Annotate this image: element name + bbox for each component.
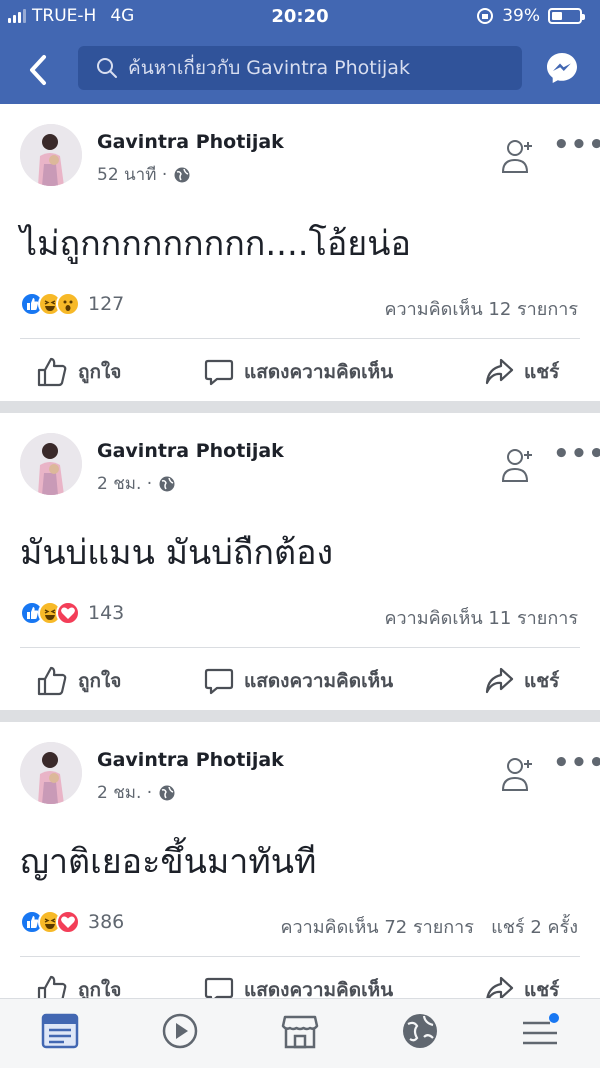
reactions-summary[interactable]: 386	[20, 910, 124, 934]
thumbs-up-icon	[37, 975, 67, 998]
globe-notifications-icon[interactable]	[400, 1011, 440, 1051]
share-icon	[485, 358, 514, 385]
post-card: Gavintra Photijak 2 ชม. · ••• ญาติเยอะขึ…	[0, 722, 600, 998]
top-bar: TRUE-H 4G 20:20 39% ค้นหาเกี่ยวกับ Gavin…	[0, 0, 600, 104]
comment-label: แสดงความคิดเห็น	[244, 361, 394, 383]
post-actions: ถูกใจ แสดงความคิดเห็น แชร์	[0, 659, 600, 703]
thumbs-up-icon	[37, 357, 67, 387]
share-icon	[486, 976, 514, 998]
back-icon[interactable]	[22, 52, 58, 88]
comment-button[interactable]: แสดงความคิดเห็น	[204, 659, 393, 703]
like-button[interactable]: ถูกใจ	[36, 659, 121, 703]
reactions-summary[interactable]: 127	[20, 292, 124, 316]
divider-line	[20, 956, 580, 957]
post-separator	[0, 710, 600, 722]
post-text: ไม่ถูกกกกกกกกก....โอ้ยน่อ	[20, 224, 411, 264]
avatar-photo	[20, 433, 82, 495]
post-meta: 52 นาที ·	[97, 161, 191, 188]
share-label: แชร์	[524, 979, 560, 998]
like-label: ถูกใจ	[78, 979, 122, 998]
comments-count[interactable]: ความคิดเห็น 72 รายการ แชร์ 2 ครั้ง	[280, 912, 578, 941]
comment-icon	[204, 668, 234, 695]
avatar-photo	[20, 742, 82, 804]
reaction-count: 386	[88, 911, 125, 933]
more-options-icon[interactable]: •••	[553, 748, 600, 778]
like-button[interactable]: ถูกใจ	[36, 350, 121, 394]
post-time: 52 นาที ·	[97, 165, 168, 185]
comment-icon	[204, 359, 234, 386]
marketplace-icon[interactable]	[280, 1011, 320, 1051]
like-label: ถูกใจ	[78, 361, 122, 383]
post-meta: 2 ชม. ·	[97, 470, 176, 497]
battery-percent: 39%	[502, 6, 540, 26]
post-actions: ถูกใจ แสดงความคิดเห็น แชร์	[0, 968, 600, 998]
globe-icon	[159, 785, 175, 800]
more-options-icon[interactable]: •••	[553, 130, 600, 160]
reactions-summary[interactable]: 143	[20, 601, 124, 625]
bottom-navigation	[0, 998, 600, 1068]
post-text: ญาติเยอะขึ้นมาทันที	[20, 842, 317, 882]
add-friend-icon[interactable]	[500, 754, 536, 794]
reaction-count: 143	[88, 602, 125, 624]
watch-icon[interactable]	[160, 1011, 200, 1051]
author-name[interactable]: Gavintra Photijak	[97, 440, 284, 462]
battery-icon	[548, 8, 585, 24]
status-right: 39%	[476, 6, 585, 26]
comments-count[interactable]: ความคิดเห็น 11 รายการ	[384, 603, 578, 632]
post-text: มันบ่แมน มันบ่ถืกต้อง	[20, 533, 334, 573]
post-meta: 2 ชม. ·	[97, 779, 176, 806]
comment-label: แสดงความคิดเห็น	[244, 979, 394, 998]
comment-button[interactable]: แสดงความคิดเห็น	[204, 968, 393, 998]
add-friend-icon[interactable]	[500, 445, 536, 485]
search-input[interactable]: ค้นหาเกี่ยวกับ Gavintra Photijak	[78, 46, 522, 90]
avatar[interactable]	[20, 433, 82, 495]
reaction-count: 127	[88, 293, 125, 315]
post-separator	[0, 401, 600, 413]
divider-line	[20, 647, 580, 648]
share-button[interactable]: แชร์	[484, 968, 559, 998]
share-icon	[485, 667, 514, 694]
like-button[interactable]: ถูกใจ	[36, 968, 121, 998]
share-button[interactable]: แชร์	[484, 659, 559, 703]
avatar-photo	[20, 124, 82, 186]
divider-line	[20, 338, 580, 339]
menu-icon[interactable]	[520, 1011, 560, 1051]
thumbs-up-icon	[37, 666, 67, 696]
messenger-icon[interactable]	[545, 51, 579, 85]
comments-count[interactable]: ความคิดเห็น 12 รายการ	[384, 294, 578, 323]
comment-icon	[204, 977, 234, 998]
comment-button[interactable]: แสดงความคิดเห็น	[204, 350, 393, 394]
love-reaction-icon	[56, 601, 80, 625]
author-name[interactable]: Gavintra Photijak	[97, 131, 284, 153]
status-bar: TRUE-H 4G 20:20 39%	[0, 0, 600, 34]
more-options-icon[interactable]: •••	[553, 439, 600, 469]
avatar[interactable]	[20, 124, 82, 186]
search-icon	[97, 58, 117, 78]
post-card: Gavintra Photijak 52 นาที · ••• ไม่ถูกกก…	[0, 104, 600, 401]
share-button[interactable]: แชร์	[484, 350, 559, 394]
news-feed-icon[interactable]	[40, 1011, 80, 1051]
love-reaction-icon	[56, 910, 80, 934]
share-label: แชร์	[524, 361, 560, 383]
post-card: Gavintra Photijak 2 ชม. · ••• มันบ่แมน ม…	[0, 413, 600, 710]
avatar[interactable]	[20, 742, 82, 804]
add-friend-icon[interactable]	[500, 136, 536, 176]
share-label: แชร์	[524, 670, 560, 692]
wow-reaction-icon	[56, 292, 80, 316]
globe-icon	[174, 167, 190, 182]
like-label: ถูกใจ	[78, 670, 122, 692]
globe-icon	[159, 476, 175, 491]
post-time: 2 ชม. ·	[97, 783, 153, 803]
post-actions: ถูกใจ แสดงความคิดเห็น แชร์	[0, 350, 600, 394]
post-time: 2 ชม. ·	[97, 474, 153, 494]
author-name[interactable]: Gavintra Photijak	[97, 749, 284, 771]
comment-label: แสดงความคิดเห็น	[244, 670, 394, 692]
search-placeholder: ค้นหาเกี่ยวกับ Gavintra Photijak	[128, 57, 410, 79]
orientation-lock-icon	[477, 8, 494, 24]
